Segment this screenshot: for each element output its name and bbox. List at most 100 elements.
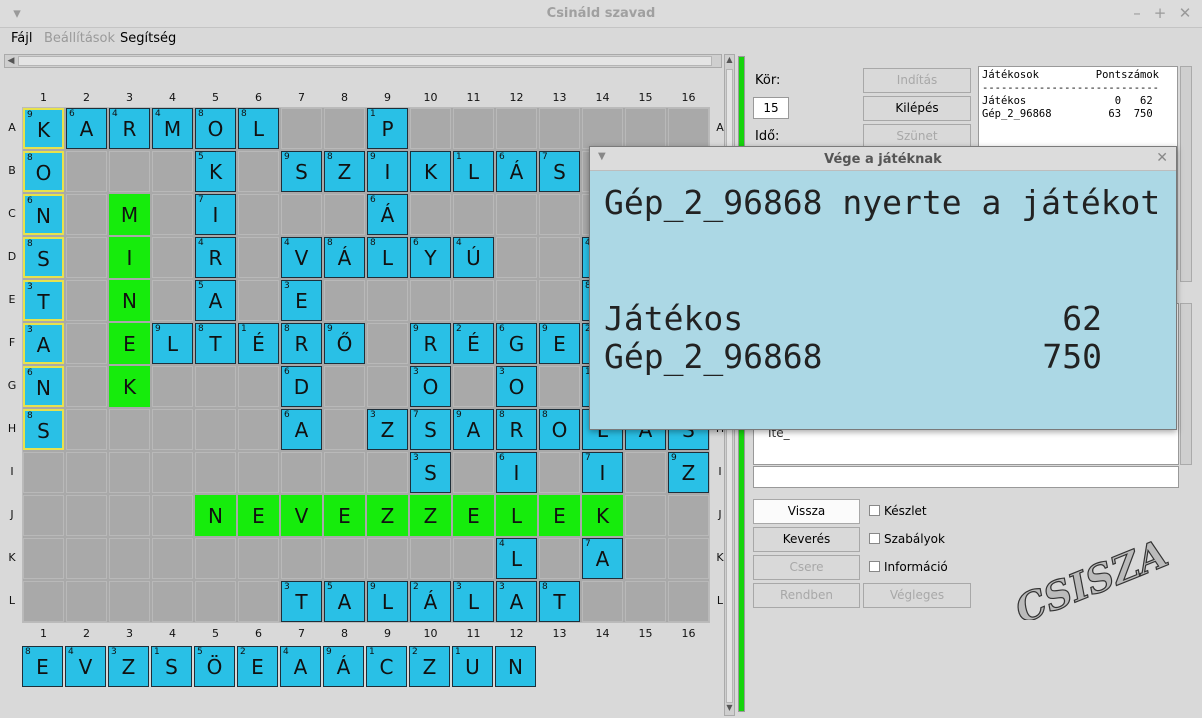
board-cell[interactable] <box>195 366 236 407</box>
rack-tile[interactable]: 1U <box>452 646 493 687</box>
board-cell[interactable] <box>195 409 236 450</box>
board-tile[interactable]: 7S <box>410 409 451 450</box>
board-cell[interactable] <box>453 366 494 407</box>
board-cell[interactable] <box>453 108 494 149</box>
log-scrollbar[interactable] <box>1180 303 1192 465</box>
board-cell[interactable] <box>668 581 709 622</box>
board-cell[interactable] <box>238 151 279 192</box>
rack-tile[interactable]: 8E <box>22 646 63 687</box>
board-cell[interactable] <box>152 581 193 622</box>
rack-tile[interactable]: 1S <box>151 646 192 687</box>
board-tile[interactable]: I <box>109 237 150 278</box>
board-tile[interactable]: 6N <box>23 194 64 235</box>
board-cell[interactable] <box>539 194 580 235</box>
final-button[interactable]: Végleges <box>863 583 971 608</box>
board-cell[interactable] <box>195 581 236 622</box>
board-tile[interactable]: 8T <box>195 323 236 364</box>
board-cell[interactable] <box>66 581 107 622</box>
board-cell[interactable] <box>23 581 64 622</box>
board-tile[interactable]: 8L <box>238 108 279 149</box>
board-cell[interactable] <box>195 538 236 579</box>
board-cell[interactable] <box>66 151 107 192</box>
scroll-up-icon[interactable]: ▲ <box>725 55 734 67</box>
board-cell[interactable] <box>109 452 150 493</box>
board-cell[interactable] <box>109 538 150 579</box>
board-cell[interactable] <box>453 452 494 493</box>
board-tile[interactable]: 6I <box>496 452 537 493</box>
board-tile[interactable]: 9K <box>23 108 64 149</box>
board-cell[interactable] <box>410 108 451 149</box>
board-tile[interactable]: V <box>281 495 322 536</box>
board-cell[interactable] <box>281 194 322 235</box>
board-cell[interactable] <box>66 280 107 321</box>
board-tile[interactable]: 9L <box>152 323 193 364</box>
board-cell[interactable] <box>281 452 322 493</box>
board-tile[interactable]: 8O <box>23 151 64 192</box>
board-cell[interactable] <box>668 108 709 149</box>
board-tile[interactable]: 9E <box>539 323 580 364</box>
horizontal-scroll-thumb[interactable] <box>18 56 712 66</box>
checkbox-icon[interactable] <box>869 533 880 544</box>
ok-button[interactable]: Rendben <box>753 583 860 608</box>
board-cell[interactable] <box>496 194 537 235</box>
board-cell[interactable] <box>66 194 107 235</box>
board-cell[interactable] <box>539 108 580 149</box>
board-tile[interactable]: 8S <box>23 237 64 278</box>
board-tile[interactable]: 8R <box>496 409 537 450</box>
board-cell[interactable] <box>625 108 666 149</box>
board-cell[interactable] <box>66 366 107 407</box>
rules-checkbox[interactable]: Szabályok <box>869 532 945 546</box>
rack-tile[interactable]: 2Z <box>409 646 450 687</box>
board-tile[interactable]: 6A <box>281 409 322 450</box>
board-cell[interactable] <box>152 280 193 321</box>
board-cell[interactable] <box>539 237 580 278</box>
board-tile[interactable]: 6N <box>23 366 64 407</box>
minimize-icon[interactable]: – <box>1128 4 1146 22</box>
board-cell[interactable] <box>152 366 193 407</box>
board-tile[interactable]: 9R <box>410 323 451 364</box>
board-cell[interactable] <box>582 581 623 622</box>
board-tile[interactable]: 7I <box>195 194 236 235</box>
swap-button[interactable]: Csere <box>753 555 860 580</box>
board-cell[interactable] <box>109 409 150 450</box>
players-scrollbar[interactable] <box>1180 66 1192 282</box>
board-cell[interactable] <box>367 280 408 321</box>
board-tile[interactable]: 6Á <box>496 151 537 192</box>
board-cell[interactable] <box>281 538 322 579</box>
board-tile[interactable]: 5K <box>195 151 236 192</box>
board-cell[interactable] <box>152 151 193 192</box>
board-tile[interactable]: 8Á <box>324 237 365 278</box>
board-tile[interactable]: 8T <box>539 581 580 622</box>
board-tile[interactable]: 9A <box>453 409 494 450</box>
info-checkbox[interactable]: Információ <box>869 560 948 574</box>
board-tile[interactable]: 8L <box>367 237 408 278</box>
rack-tile[interactable]: N <box>495 646 536 687</box>
board-cell[interactable] <box>109 495 150 536</box>
board-tile[interactable]: 3E <box>281 280 322 321</box>
board-tile[interactable]: 6G <box>496 323 537 364</box>
board-tile[interactable]: 6Á <box>367 194 408 235</box>
board-tile[interactable]: E <box>453 495 494 536</box>
board-tile[interactable]: 6A <box>66 108 107 149</box>
board-cell[interactable] <box>238 237 279 278</box>
board-cell[interactable] <box>453 194 494 235</box>
board-tile[interactable]: 3O <box>410 366 451 407</box>
board-tile[interactable]: K <box>410 151 451 192</box>
board-tile[interactable]: E <box>539 495 580 536</box>
rack-tile[interactable]: 4A <box>280 646 321 687</box>
board-tile[interactable]: 8R <box>281 323 322 364</box>
board-cell[interactable] <box>668 538 709 579</box>
horizontal-scrollbar[interactable]: ◀ <box>4 54 722 68</box>
rack-tile[interactable]: 9Á <box>323 646 364 687</box>
board-cell[interactable] <box>324 366 365 407</box>
board-tile[interactable]: 4V <box>281 237 322 278</box>
board-cell[interactable] <box>539 280 580 321</box>
board-cell[interactable] <box>238 452 279 493</box>
board-cell[interactable] <box>625 452 666 493</box>
board-tile[interactable]: 9Z <box>668 452 709 493</box>
board-tile[interactable]: N <box>109 280 150 321</box>
board-cell[interactable] <box>496 108 537 149</box>
rack-tile[interactable]: 2E <box>237 646 278 687</box>
menu-file[interactable]: Fájl <box>11 31 32 46</box>
board-tile[interactable]: 8O <box>195 108 236 149</box>
